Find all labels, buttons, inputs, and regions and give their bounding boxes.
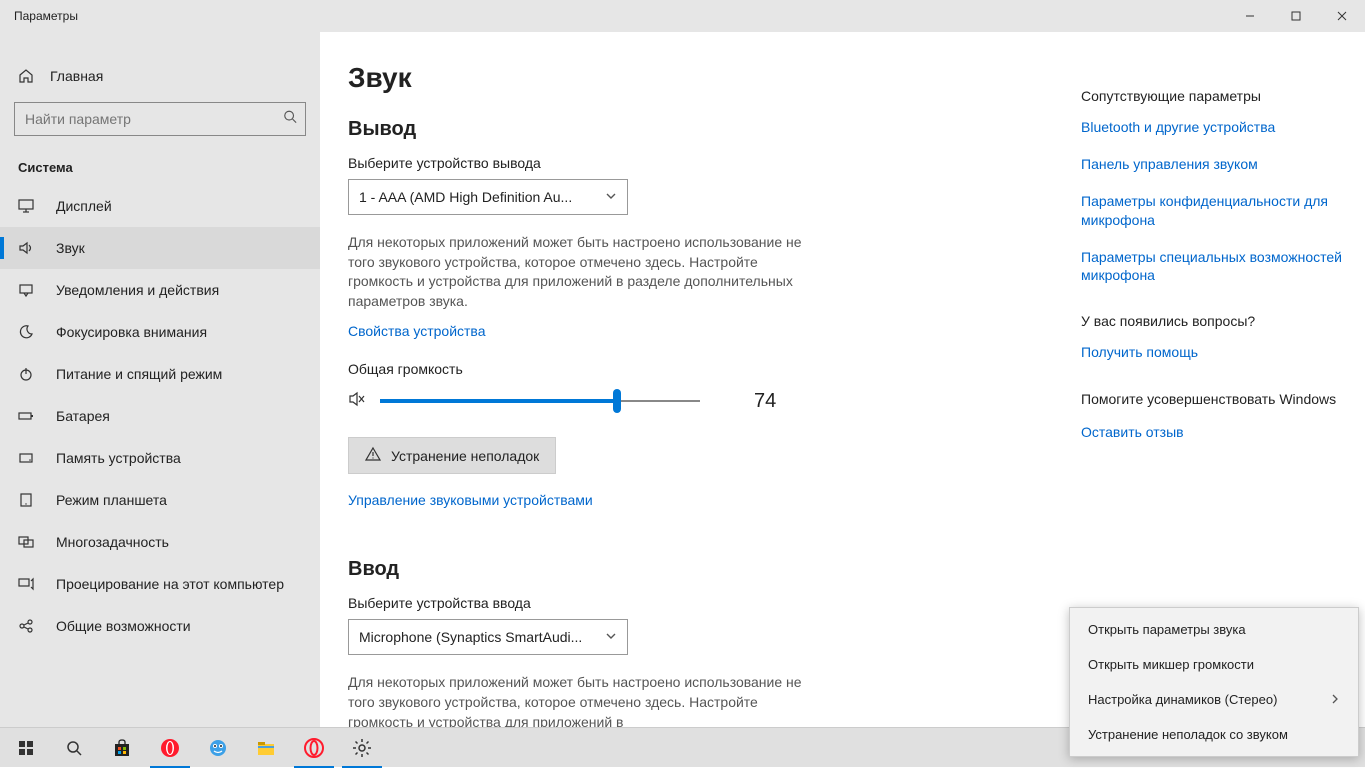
chevron-down-icon bbox=[605, 629, 617, 645]
battery-icon bbox=[18, 408, 34, 424]
sidebar-item-sound[interactable]: Звук bbox=[0, 227, 320, 269]
sidebar-item-project[interactable]: Проецирование на этот компьютер bbox=[0, 563, 320, 605]
volume-mute-icon[interactable] bbox=[348, 390, 366, 413]
multitask-icon bbox=[18, 534, 34, 550]
storage-icon bbox=[18, 450, 34, 466]
questions-heading: У вас появились вопросы? bbox=[1081, 313, 1345, 329]
related-link[interactable]: Параметры специальных возможностей микро… bbox=[1081, 248, 1345, 286]
taskbar-opera-icon[interactable] bbox=[146, 728, 194, 768]
sidebar-home-label: Главная bbox=[50, 68, 103, 84]
sidebar-item-label: Проецирование на этот компьютер bbox=[56, 576, 284, 592]
sidebar-item-notify[interactable]: Уведомления и действия bbox=[0, 269, 320, 311]
device-properties-link[interactable]: Свойства устройства bbox=[348, 323, 486, 339]
context-menu-item[interactable]: Открыть параметры звука bbox=[1070, 612, 1358, 647]
window-title: Параметры bbox=[14, 9, 78, 23]
sidebar-item-label: Общие возможности bbox=[56, 618, 191, 634]
output-heading: Вывод bbox=[348, 118, 1035, 141]
chevron-right-icon bbox=[1330, 692, 1340, 707]
output-description: Для некоторых приложений может быть наст… bbox=[348, 233, 808, 311]
sidebar-item-label: Режим планшета bbox=[56, 492, 167, 508]
page-title: Звук bbox=[348, 62, 1035, 94]
sidebar-item-label: Звук bbox=[56, 240, 85, 256]
search-icon bbox=[283, 110, 297, 129]
taskbar-app-icon[interactable] bbox=[194, 728, 242, 768]
sidebar-item-battery[interactable]: Батарея bbox=[0, 395, 320, 437]
input-device-dropdown[interactable]: Microphone (Synaptics SmartAudi... bbox=[348, 619, 628, 655]
project-icon bbox=[18, 576, 34, 592]
start-button[interactable] bbox=[2, 728, 50, 768]
context-menu-item[interactable]: Открыть микшер громкости bbox=[1070, 647, 1358, 682]
maximize-button[interactable] bbox=[1273, 0, 1319, 32]
taskbar-explorer-icon[interactable] bbox=[242, 728, 290, 768]
tablet-icon bbox=[18, 492, 34, 508]
volume-label: Общая громкость bbox=[348, 361, 1035, 377]
input-heading: Ввод bbox=[348, 558, 1035, 581]
sidebar-item-storage[interactable]: Память устройства bbox=[0, 437, 320, 479]
sidebar-item-label: Фокусировка внимания bbox=[56, 324, 207, 340]
sidebar-item-label: Дисплей bbox=[56, 198, 112, 214]
sidebar-item-power[interactable]: Питание и спящий режим bbox=[0, 353, 320, 395]
sound-context-menu: Открыть параметры звука Открыть микшер гр… bbox=[1069, 607, 1359, 757]
output-device-label: Выберите устройство вывода bbox=[348, 155, 1035, 171]
power-icon bbox=[18, 366, 34, 382]
sidebar-item-shared[interactable]: Общие возможности bbox=[0, 605, 320, 647]
taskbar-store-icon[interactable] bbox=[98, 728, 146, 768]
home-icon bbox=[18, 68, 34, 84]
troubleshoot-button[interactable]: Устранение неполадок bbox=[348, 437, 556, 474]
volume-value: 74 bbox=[754, 390, 776, 413]
sidebar-item-display[interactable]: Дисплей bbox=[0, 185, 320, 227]
related-heading: Сопутствующие параметры bbox=[1081, 88, 1345, 104]
context-menu-label: Настройка динамиков (Стерео) bbox=[1088, 692, 1277, 707]
content-area: Звук Вывод Выберите устройство вывода 1 … bbox=[320, 32, 1075, 727]
help-link[interactable]: Получить помощь bbox=[1081, 343, 1345, 362]
output-device-dropdown[interactable]: 1 - AAA (AMD High Definition Au... bbox=[348, 179, 628, 215]
taskbar-settings-icon[interactable] bbox=[338, 728, 386, 768]
search-input[interactable] bbox=[15, 103, 305, 135]
sidebar-item-focus[interactable]: Фокусировка внимания bbox=[0, 311, 320, 353]
chevron-down-icon bbox=[605, 189, 617, 205]
related-link[interactable]: Bluetooth и другие устройства bbox=[1081, 118, 1345, 137]
input-description: Для некоторых приложений может быть наст… bbox=[348, 673, 808, 727]
manage-devices-link[interactable]: Управление звуковыми устройствами bbox=[348, 492, 593, 508]
focus-icon bbox=[18, 324, 34, 340]
sidebar-item-label: Память устройства bbox=[56, 450, 181, 466]
input-device-label: Выберите устройства ввода bbox=[348, 595, 1035, 611]
related-link[interactable]: Панель управления звуком bbox=[1081, 155, 1345, 174]
warning-icon bbox=[365, 446, 381, 465]
close-button[interactable] bbox=[1319, 0, 1365, 32]
input-device-value: Microphone (Synaptics SmartAudi... bbox=[359, 629, 582, 645]
sidebar-item-label: Питание и спящий режим bbox=[56, 366, 222, 382]
output-device-value: 1 - AAA (AMD High Definition Au... bbox=[359, 189, 572, 205]
notify-icon bbox=[18, 282, 34, 298]
related-link[interactable]: Параметры конфиденциальности для микрофо… bbox=[1081, 192, 1345, 230]
sidebar-home[interactable]: Главная bbox=[0, 60, 320, 92]
context-menu-label: Устранение неполадок со звуком bbox=[1088, 727, 1288, 742]
sidebar-item-tablet[interactable]: Режим планшета bbox=[0, 479, 320, 521]
sidebar-group-title: Система bbox=[0, 152, 320, 185]
context-menu-item[interactable]: Устранение неполадок со звуком bbox=[1070, 717, 1358, 752]
sidebar-item-label: Уведомления и действия bbox=[56, 282, 219, 298]
improve-heading: Помогите усовершенствовать Windows bbox=[1081, 390, 1345, 409]
volume-slider[interactable] bbox=[380, 389, 700, 413]
sidebar-item-label: Батарея bbox=[56, 408, 110, 424]
sidebar: Главная Система Дисплей Звук Уведомления и… bbox=[0, 32, 320, 727]
minimize-button[interactable] bbox=[1227, 0, 1273, 32]
context-menu-item[interactable]: Настройка динамиков (Стерео) bbox=[1070, 682, 1358, 717]
context-menu-label: Открыть микшер громкости bbox=[1088, 657, 1254, 672]
title-bar: Параметры bbox=[0, 0, 1365, 32]
context-menu-label: Открыть параметры звука bbox=[1088, 622, 1246, 637]
sidebar-item-multitask[interactable]: Многозадачность bbox=[0, 521, 320, 563]
taskbar-search-icon[interactable] bbox=[50, 728, 98, 768]
troubleshoot-label: Устранение неполадок bbox=[391, 448, 539, 464]
taskbar-opera2-icon[interactable] bbox=[290, 728, 338, 768]
search-box[interactable] bbox=[14, 102, 306, 136]
shared-icon bbox=[18, 618, 34, 634]
sidebar-item-label: Многозадачность bbox=[56, 534, 169, 550]
feedback-link[interactable]: Оставить отзыв bbox=[1081, 423, 1345, 442]
sound-icon bbox=[18, 240, 34, 256]
display-icon bbox=[18, 198, 34, 214]
